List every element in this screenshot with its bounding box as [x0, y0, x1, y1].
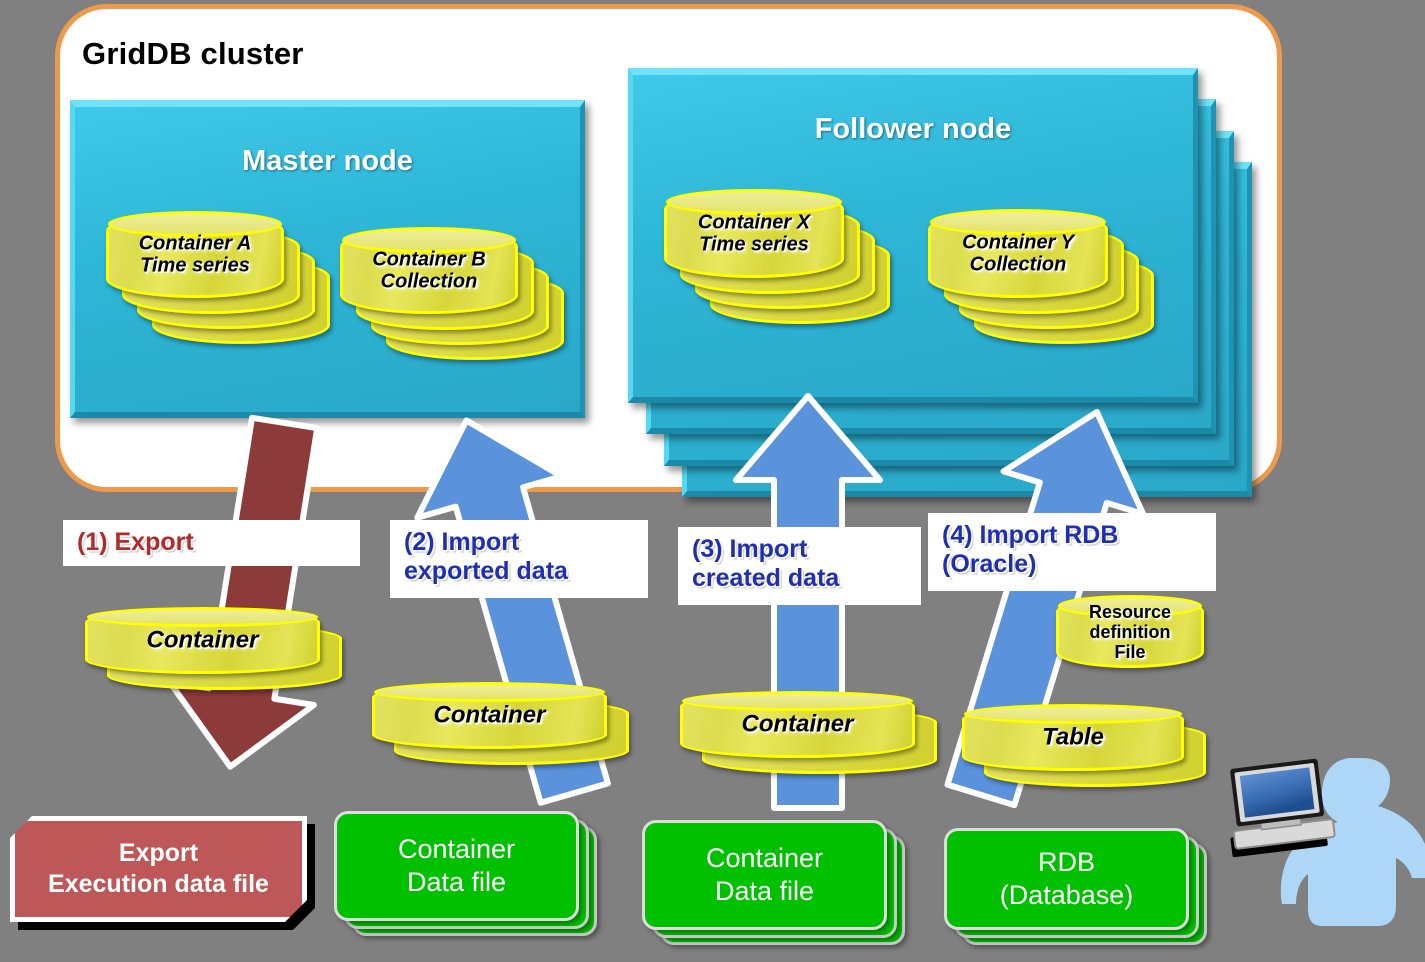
export-arrow [112, 412, 392, 782]
cylinder-label: Table [1042, 723, 1104, 751]
table-cylinder: Table [962, 704, 1184, 771]
container-cylinder-y: Container Y Collection [928, 209, 1108, 298]
container-data-file-box-1: Container Data file [334, 811, 579, 921]
page-title: GridDB cluster [82, 36, 304, 71]
import-created-container-cylinder: Container [680, 691, 915, 758]
cylinder-label: Container [146, 626, 259, 654]
container-cylinder-label: Container B Collection [372, 248, 486, 293]
container-data-file-label: Container Data file [397, 834, 516, 897]
container-cylinder-x: Container X Time series [664, 189, 844, 278]
cylinder-top [374, 682, 605, 702]
export-container-cylinder: Container [85, 607, 320, 674]
flow-label-import-created: (3) Import created data [678, 527, 921, 605]
export-file-label: Export Execution data file [48, 838, 269, 898]
master-node-label: Master node [242, 145, 413, 177]
user-with-computer-icon [1218, 758, 1425, 962]
export-execution-data-file-box: Export Execution data file [10, 816, 307, 922]
rdb-database-box: RDB (Database) [944, 828, 1189, 930]
follower-node-label: Follower node [814, 113, 1012, 145]
flow-label-import-rdb: (4) Import RDB (Oracle) [928, 513, 1216, 591]
rdb-label: RDB (Database) [999, 847, 1134, 910]
container-data-file-box-2: Container Data file [642, 820, 887, 930]
diagram-canvas: GridDB cluster Master node Container A T… [0, 0, 1425, 957]
container-cylinder-a: Container A Time series [106, 211, 284, 298]
container-cylinder-label: Container X Time series [697, 211, 811, 256]
flow-label-export: (1) Export [63, 520, 360, 566]
computer-icon [1230, 758, 1336, 858]
resource-definition-file-label: Resource definition File [1088, 601, 1172, 663]
container-cylinder-b: Container B Collection [340, 227, 518, 314]
flow-label-import-exported: (2) Import exported data [390, 520, 648, 598]
container-data-file-label: Container Data file [705, 843, 824, 906]
cylinder-top [87, 607, 318, 627]
import-exported-container-cylinder: Container [372, 682, 607, 749]
resource-definition-file-cylinder: Resource definition File [1056, 595, 1204, 668]
container-cylinder-label: Container Y Collection [962, 231, 1074, 276]
cylinder-top [964, 704, 1182, 724]
cylinder-top [682, 691, 913, 711]
cylinder-label: Container [741, 710, 854, 738]
cylinder-label: Container [433, 701, 546, 729]
container-cylinder-label: Container A Time series [138, 232, 252, 277]
